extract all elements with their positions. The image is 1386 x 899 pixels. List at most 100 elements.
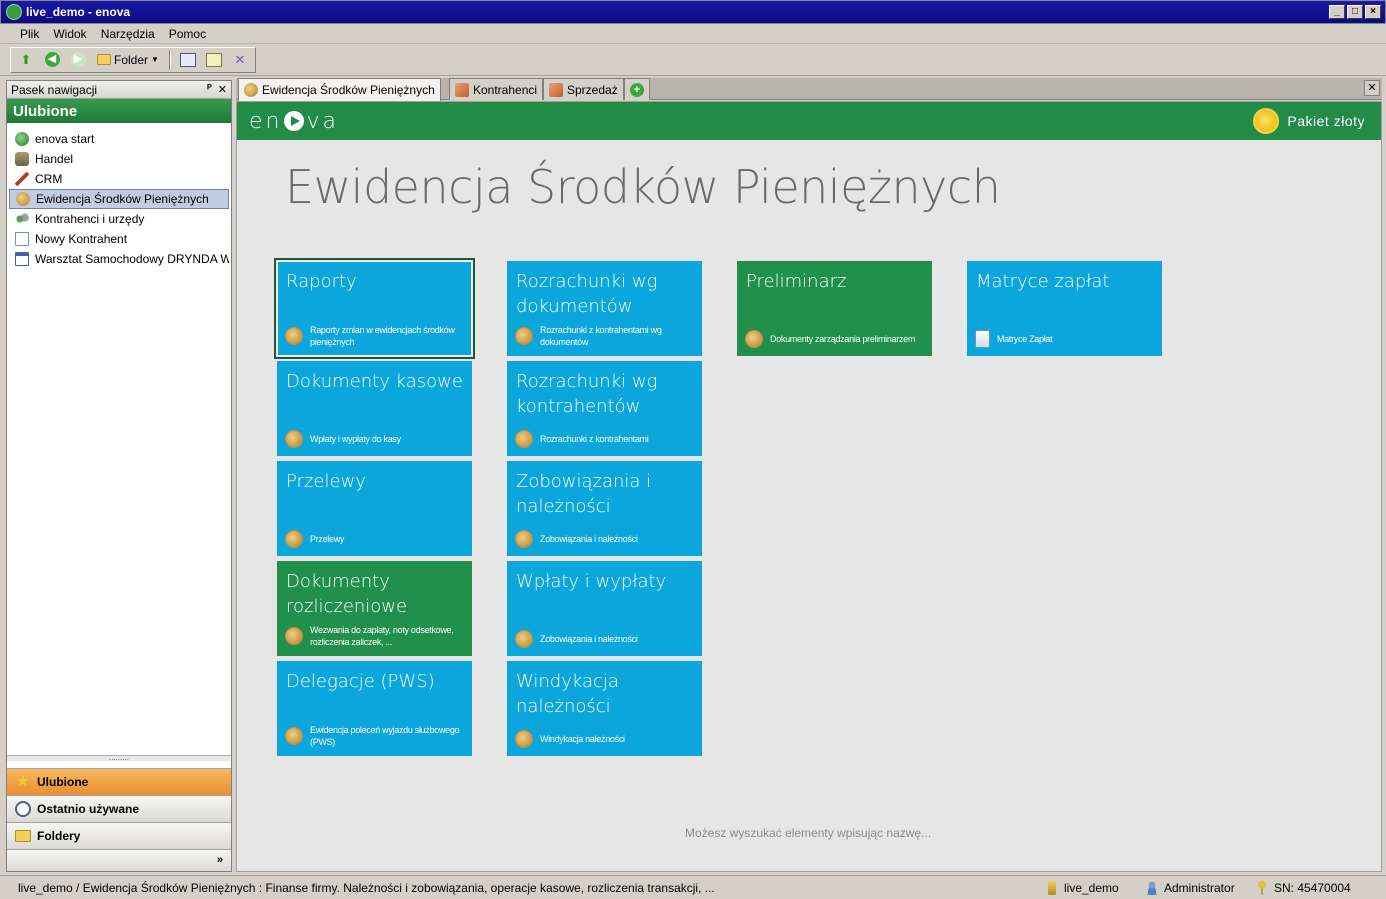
nav-splitter-handle[interactable]: ......... [7,754,231,762]
menu-pomoc[interactable]: Pomoc [163,27,212,41]
forward-button[interactable]: ▶ [67,50,89,70]
coin-icon [515,327,533,345]
folder-dropdown-label: Folder [114,52,149,67]
tile-dokumenty-rozliczeniowe[interactable]: Dokumenty rozliczeniowe Wezwania do zapła… [277,561,472,656]
view-button[interactable] [177,50,199,70]
menu-widok[interactable]: Widok [47,27,92,41]
nav-button-ulubione[interactable]: ★ Ulubione [7,768,231,795]
forward-arrow-icon: ▶ [70,52,86,67]
tile-wpłaty-i-wypłaty[interactable]: Wpłaty i wypłaty Zobowiązania i należnośc… [507,561,702,656]
box-icon [455,82,469,97]
window-icon [179,52,196,67]
coin-icon [515,730,533,748]
tree-button[interactable] [203,50,225,70]
folder-icon [97,54,111,65]
tools-button[interactable]: ✕ [229,50,251,70]
nav-item-label: Kontrahenci i urzędy [35,212,145,226]
nav-item-label: Nowy Kontrahent [35,232,128,246]
tile-footer: Rozrachunki z kontrahentami [515,430,696,448]
nav-button-foldery[interactable]: Foldery [7,822,231,849]
star-icon: ★ [16,773,30,790]
box-icon [549,82,563,97]
nav-item-enova-start[interactable]: enova start [9,129,229,149]
nav-more-button[interactable]: » [7,849,231,871]
tab-add[interactable]: + [624,78,650,100]
tile-footer: Zobowiązania i należności [515,630,696,648]
search-hint: Możesz wyszukać elementy wpisując nazwę.… [685,826,932,840]
minimize-button[interactable]: _ [1329,5,1345,19]
tile-footer: Wezwania do zapłaty, noty odsetkowe, roz… [285,624,466,648]
toolbar: ⬆ ◀ ▶ Folder ▼ ✕ [0,44,1386,76]
nav-item-handel[interactable]: Handel [9,149,229,169]
nav-item-label: enova start [35,132,95,146]
phone-icon [15,172,29,186]
close-window-button[interactable]: × [1365,5,1381,19]
close-nav-icon[interactable]: ✕ [218,83,227,96]
menu-narzedzia[interactable]: Narzędzia [95,27,161,41]
coin-icon [515,630,533,648]
status-bar: live_demo / Ewidencja Środków Pieniężnyc… [0,875,1386,899]
coin-icon [285,530,303,548]
tools-icon: ✕ [234,51,246,67]
tile-description: Dokumenty zarządzania preliminarzem [770,334,916,344]
nav-item-crm[interactable]: CRM [9,169,229,189]
tile-description: Raporty zmian w ewidencjach środków pien… [310,325,455,347]
nav-bottom-buttons: ★ Ulubione Ostatnio używane Foldery » [7,768,231,871]
tile-rozrachunki-wg-kontrahentów[interactable]: Rozrachunki wg kontrahentów Rozrachunki z… [507,361,702,456]
tile-windykacja-należności[interactable]: Windykacja należności Windykacja należnoś… [507,661,702,756]
close-tab-button[interactable]: ✕ [1364,80,1380,96]
tile-description: Windykacja należności [540,734,625,744]
nav-item-nowy-kontrahent[interactable]: Nowy Kontrahent [9,229,229,249]
stack-icon [15,152,29,166]
tile-przelewy[interactable]: Przelewy Przelewy [277,461,472,556]
tab-label: Sprzedaż [567,82,618,97]
nav-button-ostatnio-uzywane[interactable]: Ostatnio używane [7,795,231,822]
tile-description: Przelewy [310,534,345,544]
nav-item-label: Handel [35,152,74,166]
toolbar-separator [168,49,171,70]
coin-icon [285,327,303,345]
tile-title: Matryce zapłat [976,271,1110,292]
enova-globe-icon [15,132,29,146]
status-user: Administrator [1146,880,1258,895]
navigation-pane: Pasek nawigacji ᴾ ✕ Ulubione enova start… [6,80,232,872]
main-content: en va Pakiet złoty Ewidencja Środków Pien… [236,101,1382,872]
menu-plik[interactable]: Plik [14,27,45,41]
maximize-button[interactable]: □ [1347,5,1363,19]
pin-icon[interactable]: ᴾ [207,83,212,96]
window-title: live_demo - enova [26,5,131,19]
nav-item-label: Ewidencja Środków Pieniężnych [36,192,209,206]
tile-footer: Rozrachunki z kontrahentami wg dokumentó… [515,324,696,348]
window-title-bar: live_demo - enova _ □ × [0,0,1386,24]
tile-preliminarz[interactable]: Preliminarz Dokumenty zarządzania prelimi… [737,261,932,356]
nav-button-label: Ulubione [37,775,89,789]
tab-sprzedaz[interactable]: Sprzedaż [543,78,624,100]
tile-dokumenty-kasowe[interactable]: Dokumenty kasowe Wpłaty i wypłaty do kasy [277,361,472,456]
tile-title: Raporty [286,271,357,292]
tile-footer: Przelewy [285,530,466,548]
menu-bar: Plik Widok Narzędzia Pomoc [0,24,1386,44]
folder-dropdown[interactable]: Folder ▼ [93,53,163,67]
tile-zobowiązania-i-należności[interactable]: Zobowiązania i należności Zobowiązania i … [507,461,702,556]
tab-ewidencja[interactable]: Ewidencja Środków Pieniężnych [238,78,441,101]
nav-item-kontrahenci[interactable]: Kontrahenci i urzędy [9,209,229,229]
tile-rozrachunki-wg-dokumentów[interactable]: Rozrachunki wg dokumentów Rozrachunki z k… [507,261,702,356]
tile-description: Rozrachunki z kontrahentami wg dokumentó… [540,325,662,347]
tile-matryce-zapłat[interactable]: Matryce zapłat Matryce Zapłat [967,261,1162,356]
tile-title: Rozrachunki wg dokumentów [516,271,658,317]
enova-app-icon [6,4,22,20]
tile-description: Matryce Zapłat [997,334,1053,344]
up-arrow-icon[interactable]: ⬆ [15,50,37,70]
status-serial: SN: 45470004 [1258,880,1351,895]
tile-title: Wpłaty i wypłaty [516,571,667,592]
tab-kontrahenci[interactable]: Kontrahenci [449,78,544,100]
back-button[interactable]: ◀ [41,50,63,70]
nav-item-ewidencja[interactable]: Ewidencja Środków Pieniężnych [9,189,229,209]
nav-item-warsztat[interactable]: Warsztat Samochodowy DRYNDA Wi... [9,249,229,269]
clock-icon [15,801,31,817]
tile-title: Windykacja należności [516,671,619,717]
tile-delegacje-pws-[interactable]: Delegacje (PWS) Ewidencja poleceń wyjazdu… [277,661,472,756]
tile-description: Ewidencja poleceń wyjazdu służbowego (PW… [310,725,460,747]
tile-description: Wezwania do zapłaty, noty odsetkowe, roz… [310,625,454,647]
tile-raporty[interactable]: Raporty Raporty zmian w ewidencjach środk… [274,258,475,359]
